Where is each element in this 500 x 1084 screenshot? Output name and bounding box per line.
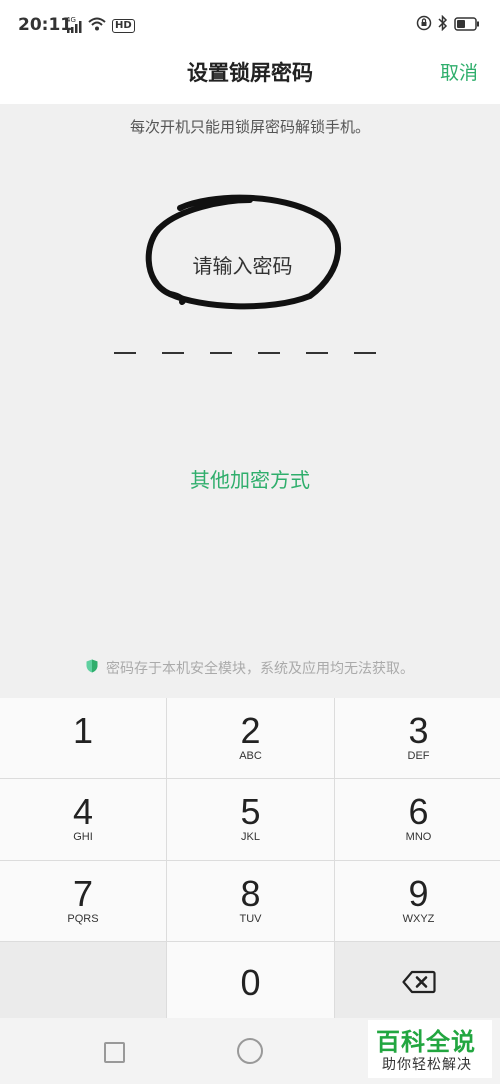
key-letters: GHI bbox=[73, 831, 93, 843]
key-digit: 7 bbox=[72, 873, 94, 914]
key-1[interactable]: 1 bbox=[0, 698, 166, 778]
other-encryption-methods-link[interactable]: 其他加密方式 bbox=[0, 464, 500, 493]
key-digit: 0 bbox=[240, 962, 261, 1003]
watermark-title: 百科全说 bbox=[376, 1028, 476, 1056]
password-dash bbox=[306, 352, 328, 354]
key-2[interactable]: 2 ABC bbox=[167, 698, 334, 778]
key-8[interactable]: 8 TUV bbox=[167, 861, 334, 941]
key-digit: 2 bbox=[240, 710, 261, 751]
key-letters: TUV bbox=[239, 913, 262, 925]
key-0[interactable]: 0 bbox=[167, 942, 334, 1021]
signal-icon: 4G bbox=[66, 15, 82, 33]
password-dots bbox=[114, 352, 376, 354]
battery-icon bbox=[454, 16, 480, 35]
cancel-button[interactable]: 取消 bbox=[440, 58, 478, 85]
status-icons-left: 4G HD bbox=[66, 16, 135, 35]
hint-text: 每次开机只能用锁屏密码解锁手机。 bbox=[129, 118, 370, 136]
status-bar: 20:11 4G HD bbox=[0, 0, 500, 50]
key-9[interactable]: 9 WXYZ bbox=[335, 861, 500, 941]
wifi-icon bbox=[88, 16, 106, 35]
key-digit: 1 bbox=[72, 710, 94, 751]
network-type-label: 4G bbox=[66, 15, 76, 24]
key-letters: PQRS bbox=[67, 913, 99, 925]
watermark: 百科全说 助你轻松解决 bbox=[368, 1020, 492, 1078]
home-button[interactable] bbox=[237, 1038, 263, 1064]
rotation-lock-icon bbox=[416, 15, 432, 35]
key-letters: WXYZ bbox=[402, 913, 435, 925]
shield-icon bbox=[86, 659, 98, 677]
password-dash bbox=[210, 352, 232, 354]
key-4[interactable]: 4 GHI bbox=[0, 779, 166, 860]
watermark-subtitle: 助你轻松解决 bbox=[382, 1057, 472, 1073]
security-note-text: 密码存于本机安全模块，系统及应用均无法获取。 bbox=[106, 661, 414, 677]
header-bar: 设置锁屏密码 取消 bbox=[0, 50, 500, 104]
key-digit: 8 bbox=[240, 873, 261, 914]
recents-button[interactable] bbox=[104, 1042, 125, 1063]
status-icons-right bbox=[416, 14, 480, 35]
hd-icon: HD bbox=[112, 18, 135, 33]
key-letters: JKL bbox=[241, 831, 260, 843]
key-digit: 9 bbox=[408, 873, 429, 914]
security-note: 密码存于本机安全模块，系统及应用均无法获取。 bbox=[0, 658, 500, 678]
key-digit: 5 bbox=[240, 791, 261, 832]
enter-password-prompt: 请输入密码 bbox=[192, 254, 293, 278]
password-dash bbox=[354, 352, 376, 354]
key-letters: DEF bbox=[407, 750, 430, 762]
password-dash bbox=[258, 352, 280, 354]
key-digit: 6 bbox=[408, 791, 429, 832]
key-letters: ABC bbox=[239, 750, 262, 762]
page-title: 设置锁屏密码 bbox=[187, 61, 313, 85]
prompt-area: 请输入密码 bbox=[140, 190, 345, 310]
numeric-keypad: 1 2 ABC 3 DEF 4 GHI 5 JKL 6 MNO 7 PQRS 8 TUV 9W… bbox=[0, 698, 500, 1021]
key-blank bbox=[0, 942, 166, 1021]
password-dash bbox=[114, 352, 136, 354]
delete-key[interactable] bbox=[335, 942, 500, 1021]
key-7[interactable]: 7 PQRS bbox=[0, 861, 166, 941]
key-letters: MNO bbox=[405, 831, 432, 843]
key-digit: 3 bbox=[408, 710, 429, 751]
key-3[interactable]: 3 DEF bbox=[335, 698, 500, 778]
backspace-icon bbox=[402, 970, 436, 994]
status-time: 20:11 bbox=[18, 15, 73, 35]
password-dash bbox=[162, 352, 184, 354]
key-digit: 4 bbox=[72, 791, 94, 832]
key-6[interactable]: 6 MNO bbox=[335, 779, 500, 860]
key-5[interactable]: 5 JKL bbox=[167, 779, 334, 860]
bluetooth-icon bbox=[438, 14, 448, 35]
